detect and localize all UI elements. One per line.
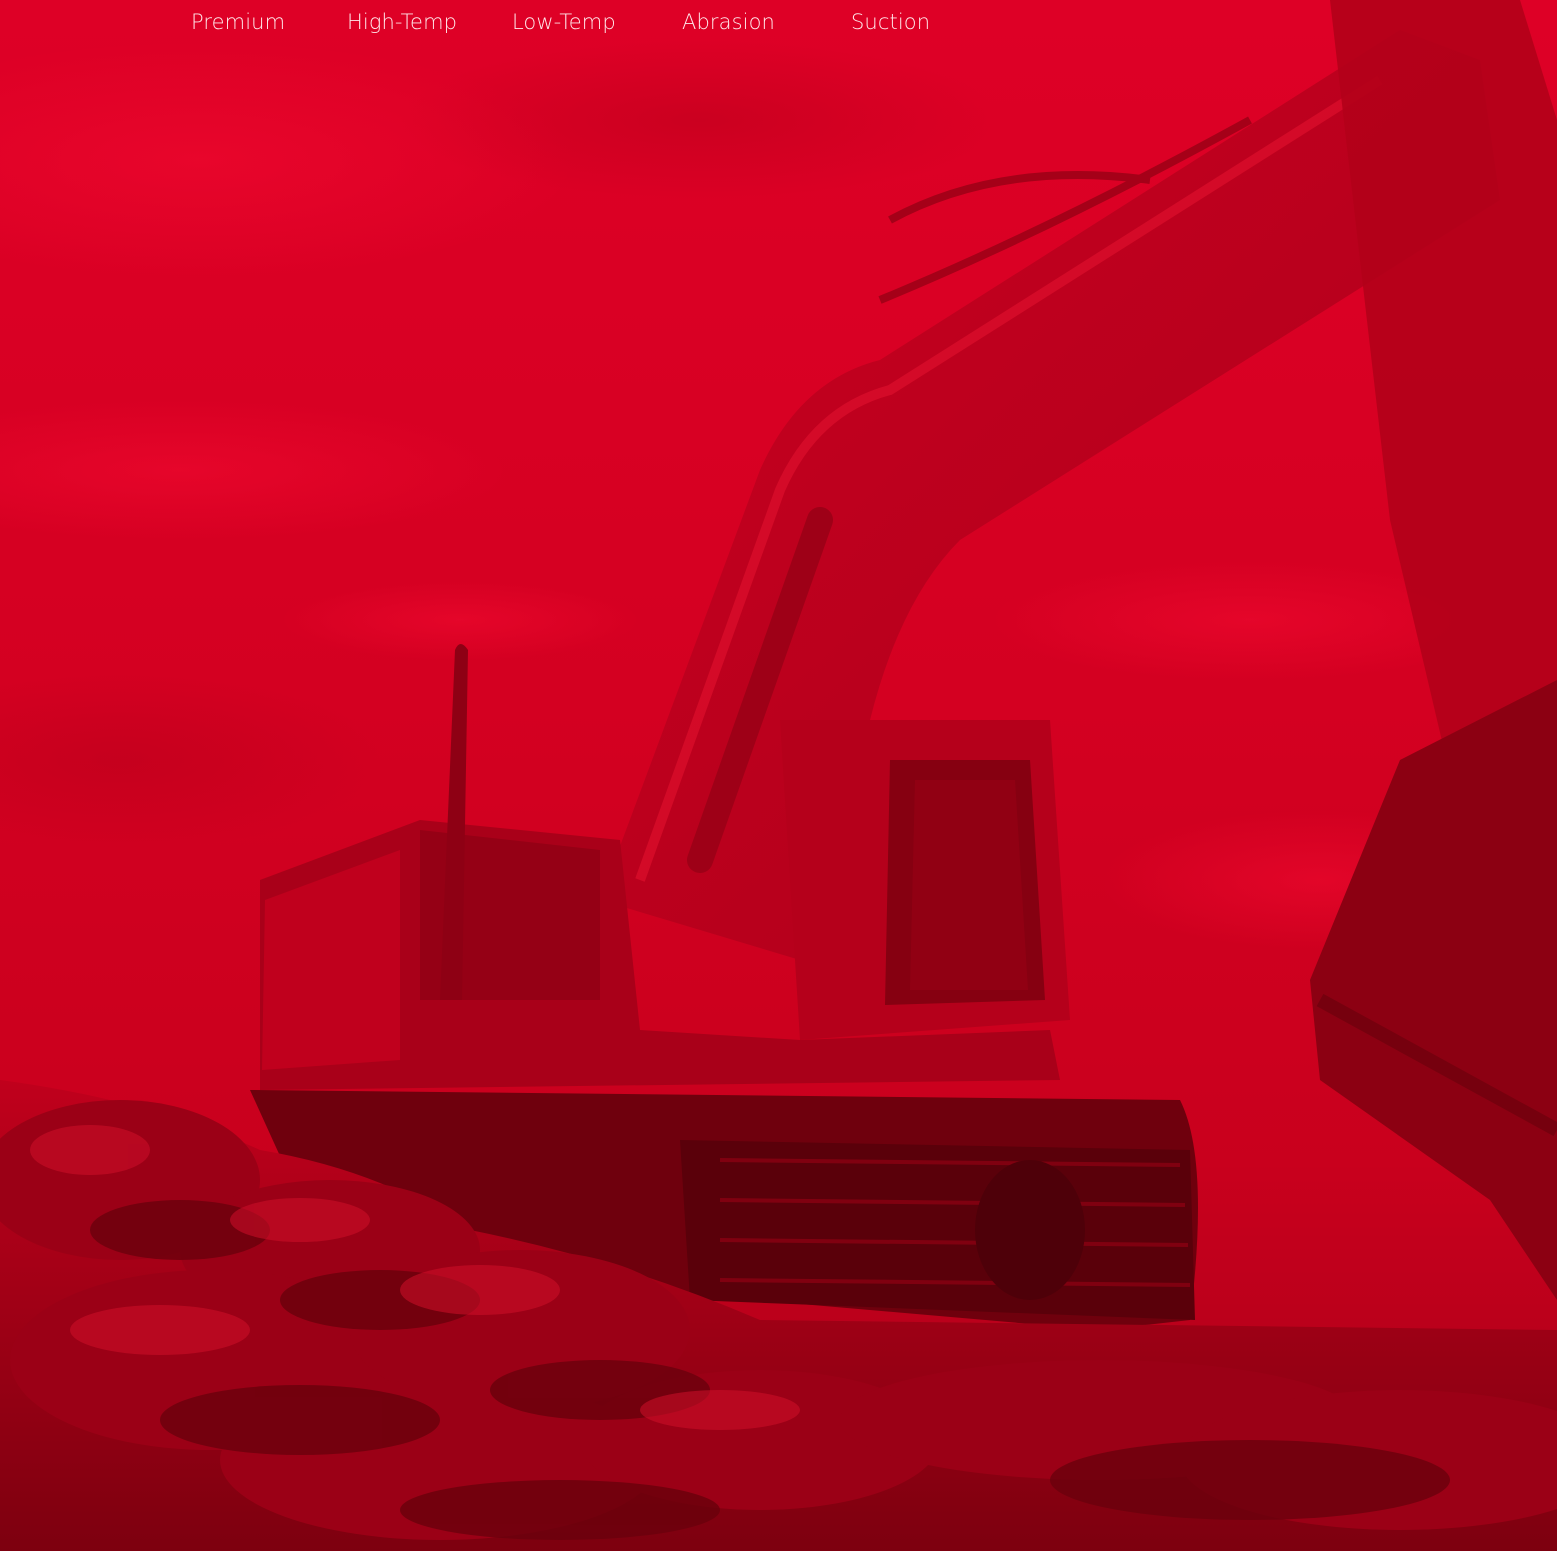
cloud [400, 40, 1000, 200]
tab-abrasion[interactable]: Abrasion [682, 10, 775, 34]
cloud [0, 670, 380, 850]
excavator-bucket [1310, 680, 1557, 1300]
tab-low-temp[interactable]: Low-Temp [512, 10, 616, 34]
hero-photo [0, 0, 1557, 1551]
cloud [0, 400, 510, 540]
track-wheel [975, 1160, 1085, 1300]
tab-high-temp[interactable]: High-Temp [347, 10, 457, 34]
hero-background [0, 0, 1557, 1551]
tab-suction[interactable]: Suction [851, 10, 930, 34]
tab-premium[interactable]: Premium [191, 10, 285, 34]
product-category-tabs: Premium High-Temp Low-Temp Abrasion Suct… [0, 0, 1557, 60]
